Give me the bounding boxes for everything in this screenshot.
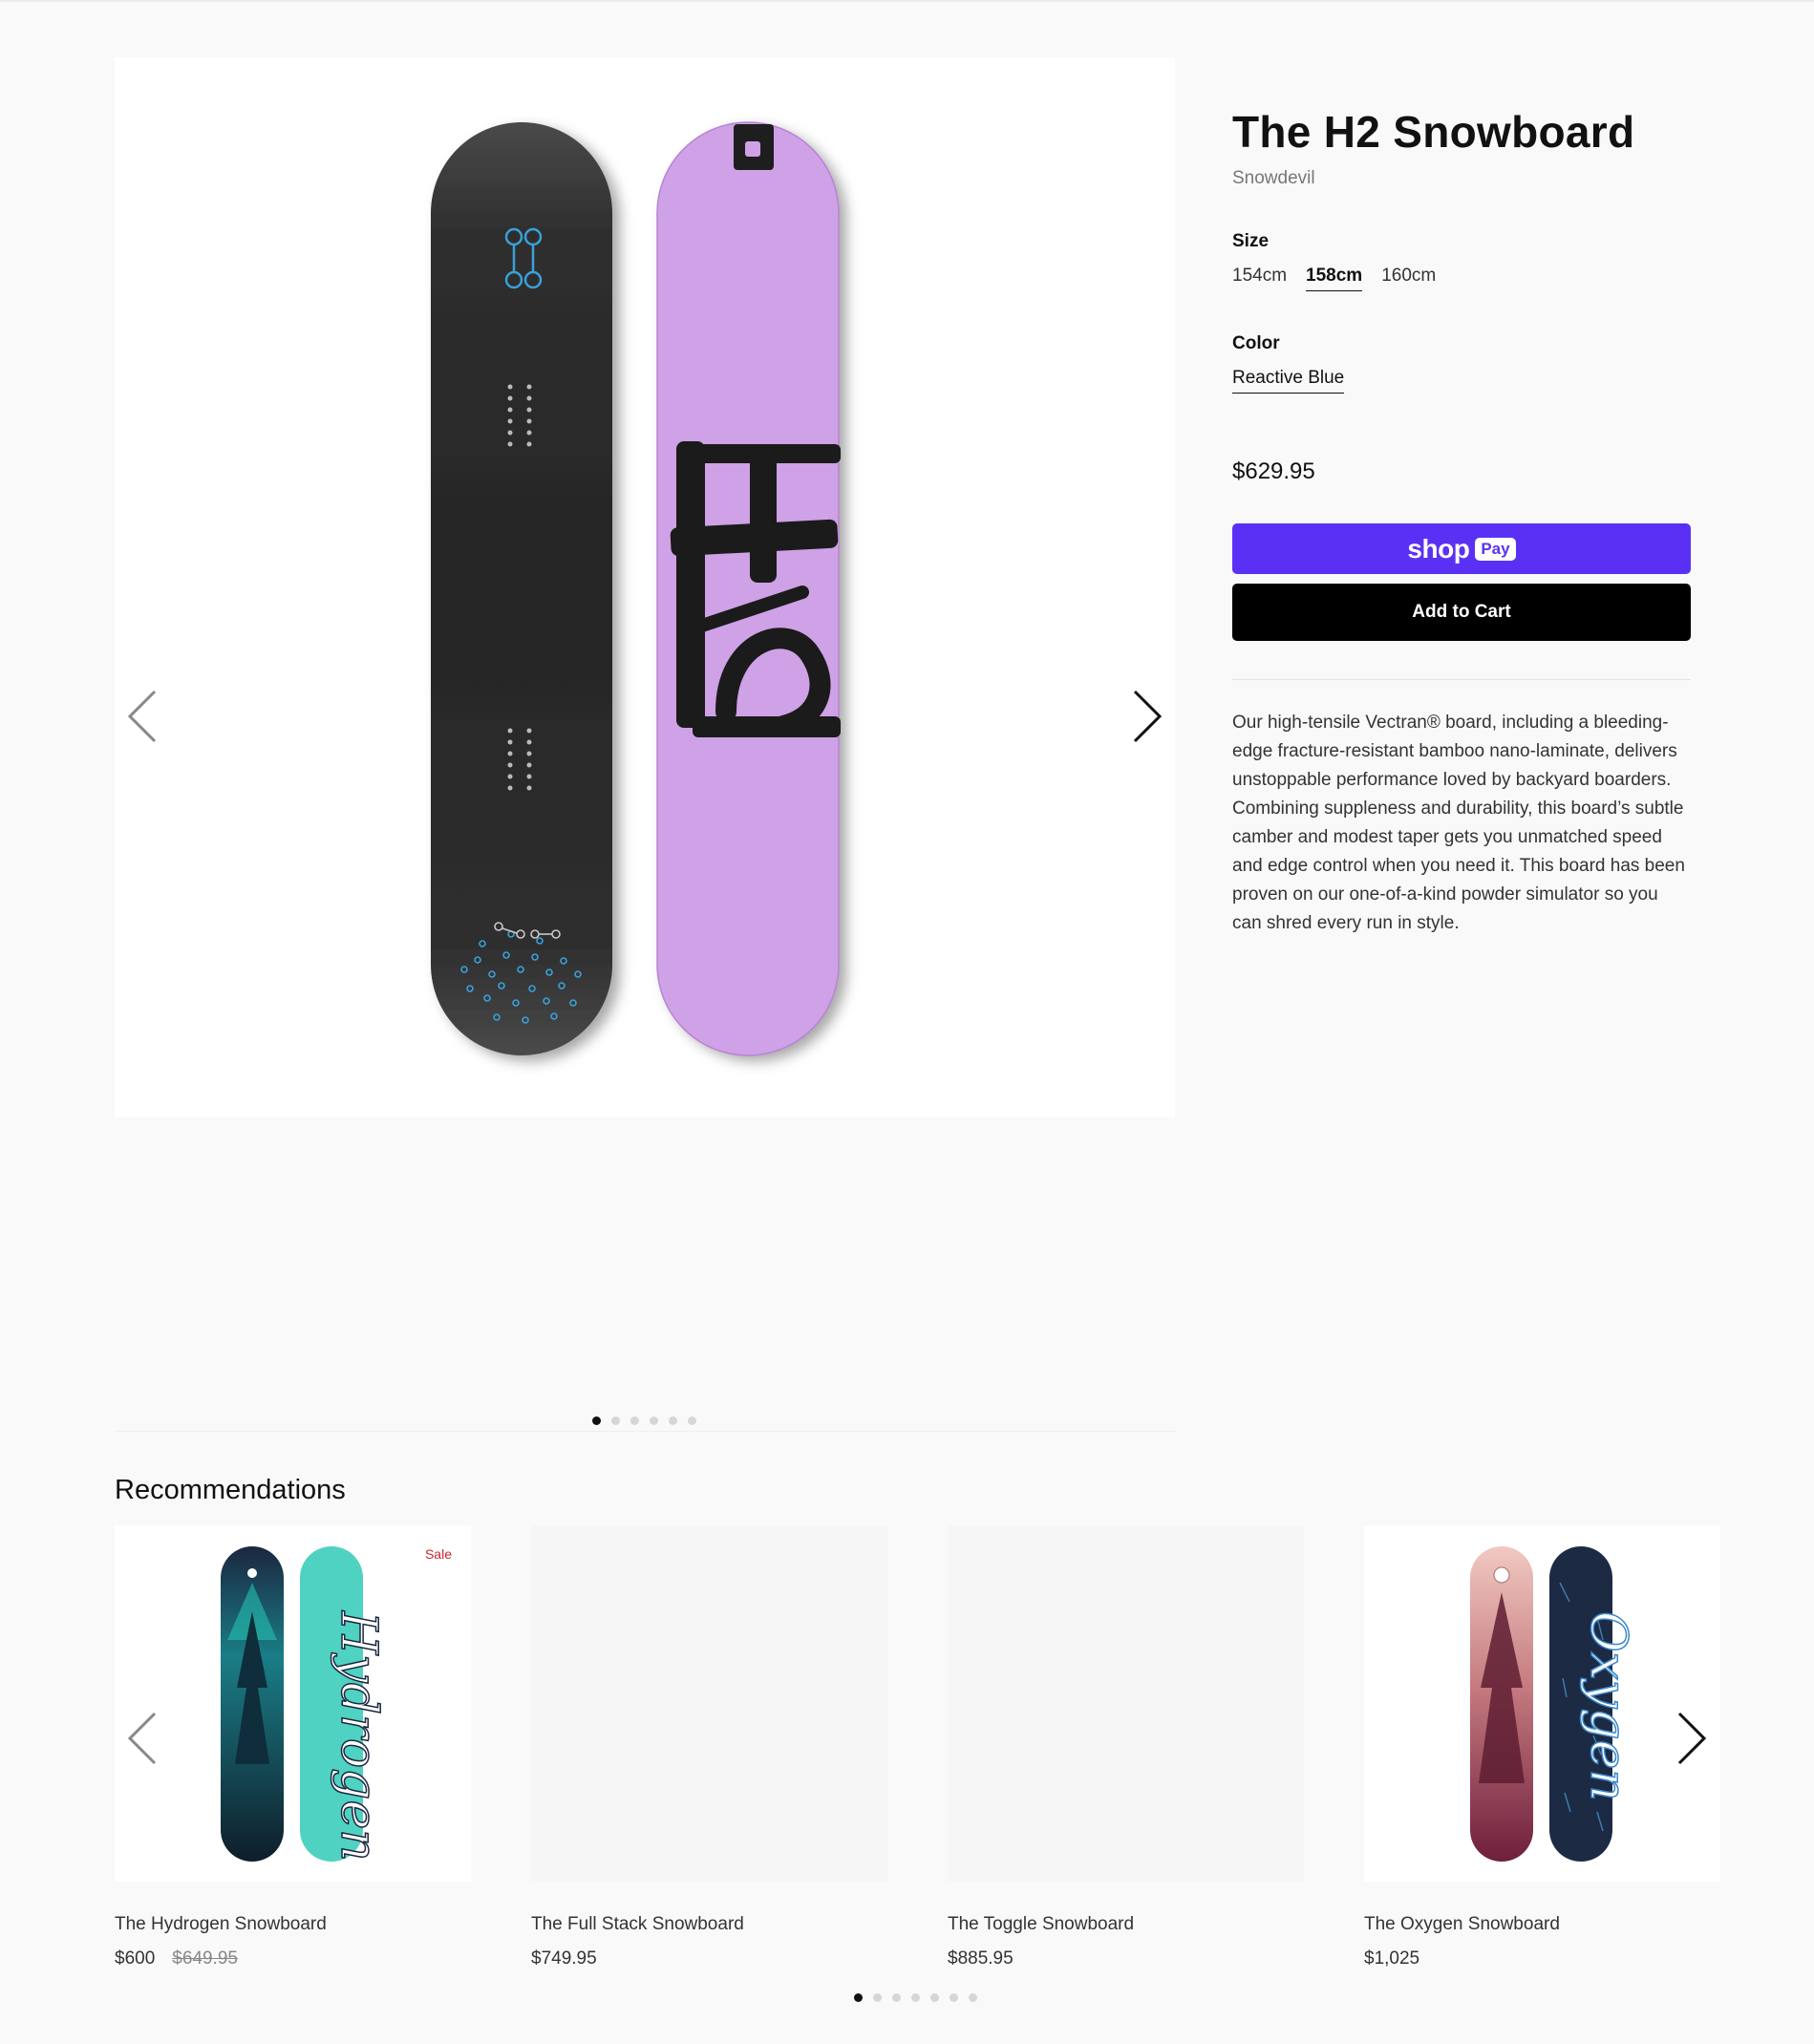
size-option-selected[interactable]: 158cm — [1306, 266, 1363, 291]
recommendations-pagination — [854, 1993, 977, 2002]
product-card-hydrogen[interactable]: Hydrogen Sale The Hydrogen Snowboard $60… — [115, 1525, 471, 1969]
product-card-image[interactable]: Hydrogen Sale — [115, 1525, 471, 1882]
product-card-prices: $600 $649.95 — [115, 1948, 471, 1969]
product-card-image[interactable] — [531, 1525, 887, 1882]
product-card-name[interactable]: The Hydrogen Snowboard — [115, 1914, 471, 1935]
size-option[interactable]: 154cm — [1232, 266, 1287, 291]
product-card-prices: $749.95 — [531, 1948, 887, 1969]
shop-pay-logo: shop — [1407, 533, 1470, 564]
product-description: Our high-tensile Vectran® board, includi… — [1232, 709, 1691, 938]
chevron-right-icon — [1677, 1712, 1707, 1765]
product-image — [431, 121, 841, 1056]
product-price: $629.95 — [1232, 458, 1315, 484]
color-label: Color — [1232, 333, 1280, 353]
size-label: Size — [1232, 231, 1270, 251]
shop-pay-button[interactable]: shop Pay — [1232, 523, 1691, 574]
recommendations-next-arrow[interactable] — [1668, 1708, 1714, 1769]
hydrogen-board-text: Hydrogen — [330, 1610, 387, 1862]
size-option[interactable]: 160cm — [1381, 266, 1436, 291]
gallery-next-arrow[interactable] — [1123, 686, 1169, 747]
gallery-dot[interactable] — [650, 1416, 658, 1425]
gallery-dot[interactable] — [592, 1416, 601, 1425]
product-card-full-stack[interactable]: The Full Stack Snowboard $749.95 — [531, 1525, 887, 1969]
gallery-dot[interactable] — [688, 1416, 696, 1425]
product-card-price: $600 — [115, 1948, 156, 1969]
recommendations-dot[interactable] — [911, 1993, 920, 2002]
chevron-left-icon — [127, 690, 157, 743]
recommendations-title: Recommendations — [115, 1475, 346, 1505]
recommendations-dot[interactable] — [969, 1993, 977, 2002]
chevron-right-icon — [1133, 690, 1163, 743]
product-info: The H2 Snowboard Snowdevil Size 154cm 15… — [1232, 103, 1691, 938]
product-card-price: $749.95 — [531, 1948, 597, 1969]
recommendations-dot[interactable] — [930, 1993, 939, 2002]
sale-badge: Sale — [424, 1546, 452, 1562]
product-title: The H2 Snowboard — [1232, 107, 1635, 157]
gallery-pagination — [592, 1416, 696, 1425]
gallery-dot[interactable] — [611, 1416, 620, 1425]
size-options: 154cm 158cm 160cm — [1232, 266, 1691, 291]
add-to-cart-button[interactable]: Add to Cart — [1232, 584, 1691, 641]
product-card-name[interactable]: The Toggle Snowboard — [948, 1914, 1304, 1935]
product-card-compare-price: $649.95 — [172, 1948, 238, 1969]
oxygen-board-text: Oxygen — [1579, 1611, 1636, 1801]
description-paragraph: Combining suppleness and durability, thi… — [1232, 798, 1685, 933]
top-border — [0, 0, 1814, 2]
product-card-price: $1,025 — [1364, 1948, 1420, 1969]
shop-pay-badge: Pay — [1475, 537, 1516, 561]
gallery-dot[interactable] — [669, 1416, 677, 1425]
product-gallery[interactable] — [115, 57, 1175, 1118]
recommendations-dot[interactable] — [854, 1993, 863, 2002]
product-card-name[interactable]: The Full Stack Snowboard — [531, 1914, 887, 1935]
product-card-prices: $1,025 — [1364, 1948, 1720, 1969]
chevron-left-icon — [127, 1712, 157, 1765]
recommendations-dot[interactable] — [892, 1993, 901, 2002]
product-card-image[interactable]: Oxygen — [1364, 1525, 1720, 1882]
product-card-name[interactable]: The Oxygen Snowboard — [1364, 1914, 1720, 1935]
product-card-price: $885.95 — [948, 1948, 1014, 1969]
gallery-dot[interactable] — [630, 1416, 639, 1425]
product-card-prices: $885.95 — [948, 1948, 1304, 1969]
product-vendor: Snowdevil — [1232, 168, 1315, 188]
recommendations-dot[interactable] — [950, 1993, 958, 2002]
black-board-shape — [431, 122, 612, 1055]
info-divider — [1232, 679, 1691, 680]
gallery-prev-arrow[interactable] — [120, 686, 166, 747]
hydrogen-board-image: Hydrogen — [221, 1546, 388, 1862]
product-card-toggle[interactable]: The Toggle Snowboard $885.95 — [948, 1525, 1304, 1969]
product-card-image[interactable] — [948, 1525, 1304, 1882]
recommendations-dot[interactable] — [873, 1993, 882, 2002]
description-paragraph: Our high-tensile Vectran® board, includi… — [1232, 713, 1677, 790]
recommendations-prev-arrow[interactable] — [120, 1708, 166, 1769]
color-option-selected[interactable]: Reactive Blue — [1232, 368, 1345, 394]
oxygen-board-image: Oxygen — [1470, 1546, 1637, 1862]
gallery-divider — [115, 1431, 1175, 1432]
recommendations-carousel: Hydrogen Sale The Hydrogen Snowboard $60… — [115, 1525, 1721, 1974]
